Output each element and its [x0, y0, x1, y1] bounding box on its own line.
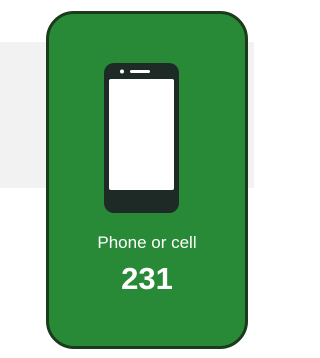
- page: Phone or cell 231: [0, 0, 254, 358]
- phone-or-cell-stat-card[interactable]: Phone or cell 231: [46, 11, 248, 349]
- card-label: Phone or cell: [97, 233, 197, 252]
- smartphone-icon: [103, 62, 180, 214]
- card-count: 231: [121, 261, 173, 296]
